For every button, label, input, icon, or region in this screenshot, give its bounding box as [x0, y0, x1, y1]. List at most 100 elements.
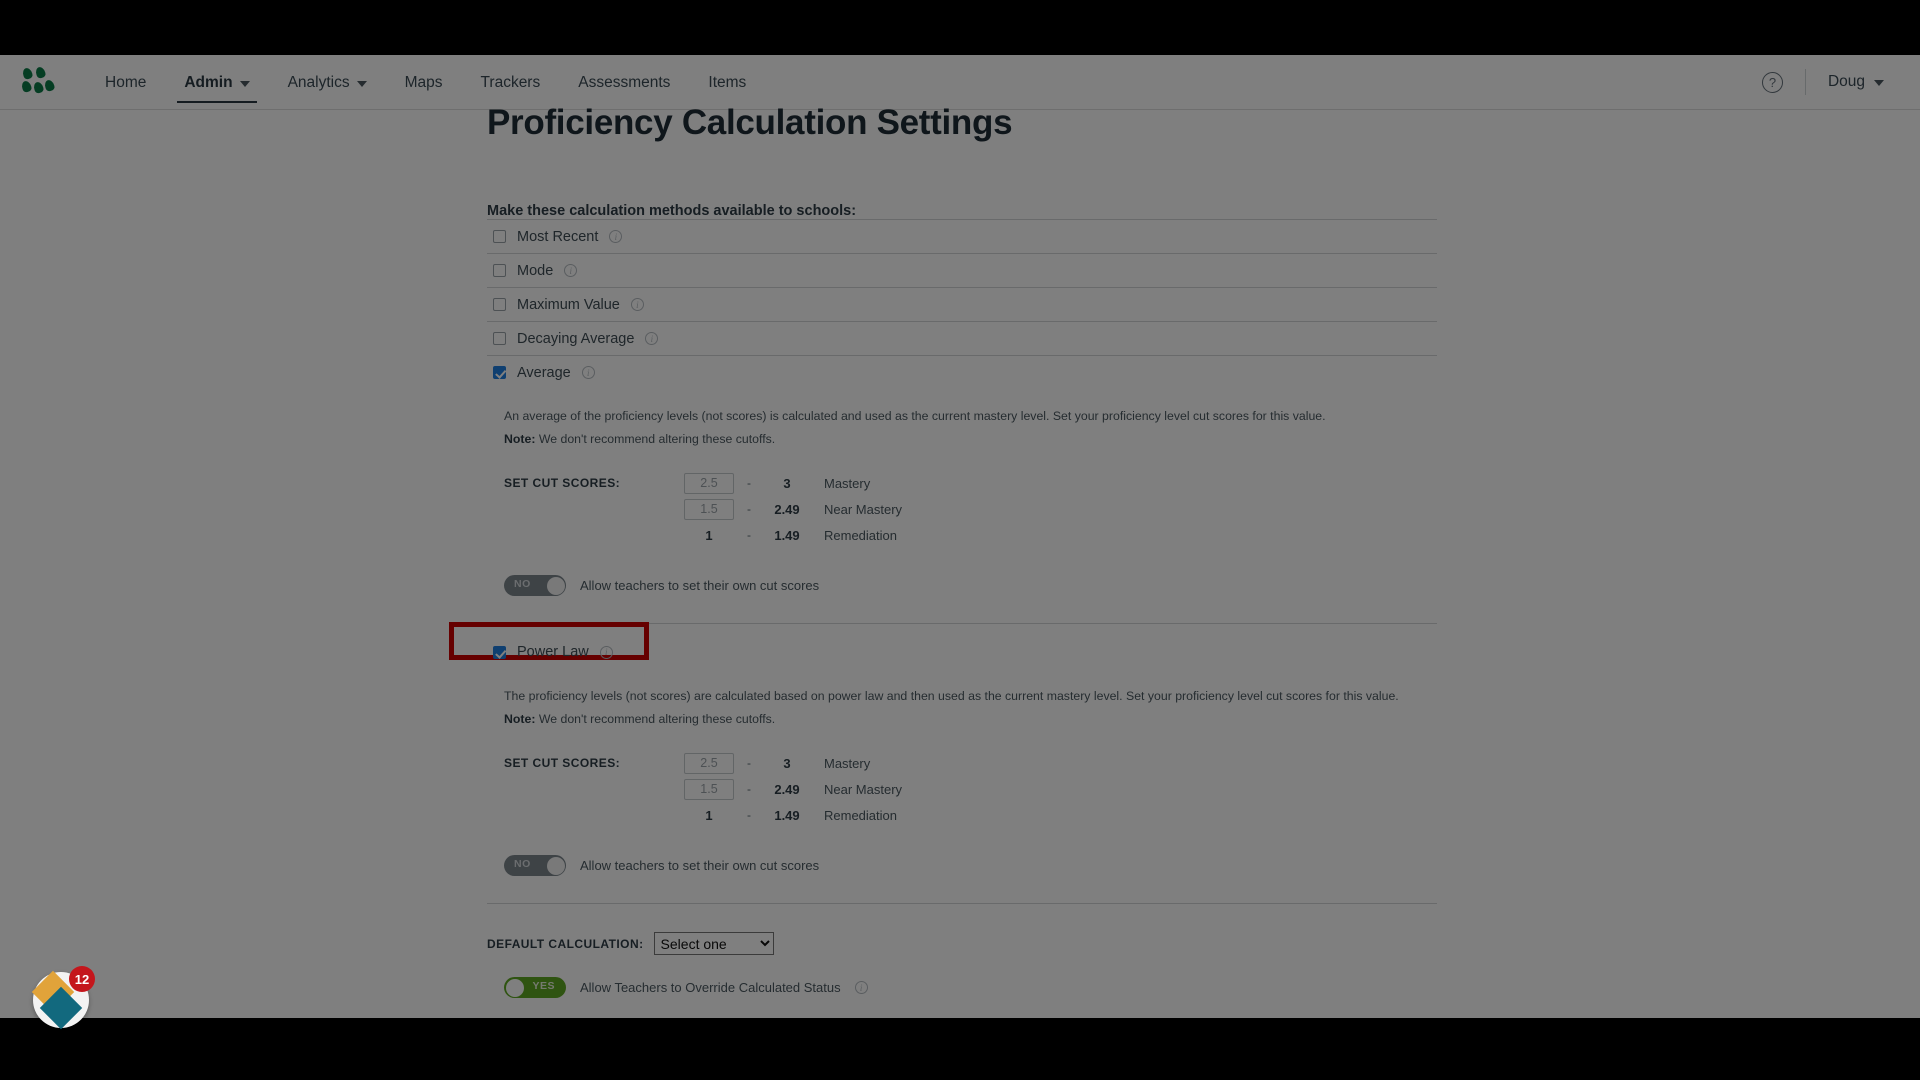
toggle-knob	[546, 856, 565, 875]
default-calculation-label: DEFAULT CALCULATION:	[487, 936, 644, 951]
cut-level-name-near-mastery: Near Mastery	[824, 501, 903, 517]
cut-scores-label: SET CUT SCORES:	[504, 756, 621, 770]
toggle-description: Allow teachers to set their own cut scor…	[580, 858, 820, 873]
nav-item-label: Home	[105, 73, 147, 91]
average-note: Note: We don't recommend altering these …	[504, 432, 1437, 446]
method-row-power-law[interactable]: Power Law i	[449, 622, 1437, 669]
method-row-decaying-average[interactable]: Decaying Average i	[487, 321, 1437, 355]
main-content: Proficiency Calculation Settings Make th…	[449, 55, 1437, 998]
section-divider	[487, 623, 1437, 624]
range-dash: -	[747, 476, 751, 490]
cut-score-row-mastery: 2.5 - 3 Mastery	[684, 470, 902, 496]
range-dash: -	[747, 528, 751, 542]
cut-min-input-mastery[interactable]: 2.5	[684, 752, 734, 774]
power-law-note: Note: We don't recommend altering these …	[504, 712, 1437, 726]
info-icon[interactable]: i	[854, 981, 868, 994]
cut-max-value-remediation: 1.49	[774, 527, 800, 543]
user-menu[interactable]: Doug	[1828, 73, 1888, 91]
power-law-description: The proficiency levels (not scores) are …	[504, 689, 1399, 703]
power-law-section-body: The proficiency levels (not scores) are …	[487, 689, 1437, 828]
cut-score-row-mastery: 2.5 - 3 Mastery	[684, 750, 902, 776]
average-description: An average of the proficiency levels (no…	[504, 409, 1326, 423]
checkbox-average[interactable]	[493, 366, 506, 379]
help-icon[interactable]: ?	[1761, 71, 1783, 93]
method-label: Mode	[517, 262, 554, 279]
cut-level-name-mastery: Mastery	[824, 475, 871, 491]
cut-level-name-near-mastery: Near Mastery	[824, 781, 903, 797]
checkbox-decaying-average[interactable]	[493, 332, 506, 345]
cut-score-row-remediation: 1 - 1.49 Remediation	[684, 522, 902, 548]
range-dash: -	[747, 808, 751, 822]
toggle-description: Allow teachers to set their own cut scor…	[580, 578, 820, 593]
checkbox-mode[interactable]	[493, 264, 506, 277]
notifications-widget[interactable]: 12	[31, 966, 95, 1030]
cut-score-row-near-mastery: 1.5 - 2.49 Near Mastery	[684, 776, 902, 802]
app-viewport: Home Admin Analytics Maps Trackers Asses…	[0, 55, 1920, 1018]
notification-badge: 12	[69, 966, 95, 992]
cut-min-value-remediation: 1	[705, 527, 713, 543]
checkbox-maximum-value[interactable]	[493, 298, 506, 311]
cut-min-input-near-mastery[interactable]: 1.5	[684, 498, 734, 520]
average-teacher-cutscores-toggle-row: NO Allow teachers to set their own cut s…	[487, 575, 1437, 596]
cut-score-row-remediation: 1 - 1.49 Remediation	[684, 802, 902, 828]
checkbox-power-law[interactable]	[493, 645, 506, 659]
override-toggle-row: YES Allow Teachers to Override Calculate…	[487, 977, 1437, 998]
average-section-body: An average of the proficiency levels (no…	[487, 409, 1437, 548]
toggle-value-label: NO	[514, 578, 531, 590]
info-icon[interactable]: i	[645, 332, 659, 345]
checkbox-most-recent[interactable]	[493, 230, 506, 243]
toggle-description: Allow Teachers to Override Calculated St…	[580, 980, 841, 995]
note-text: We don't recommend altering these cutoff…	[538, 712, 776, 726]
toggle-knob	[546, 576, 565, 595]
cut-max-value-mastery: 3	[783, 475, 791, 491]
method-row-maximum-value[interactable]: Maximum Value i	[487, 287, 1437, 321]
method-label: Most Recent	[517, 228, 599, 245]
info-icon[interactable]: i	[564, 264, 578, 277]
toggle-knob	[505, 978, 524, 997]
nav-item-label: Admin	[184, 73, 233, 91]
method-label: Average	[517, 364, 571, 381]
toggle-value-label: NO	[514, 858, 531, 870]
cut-min-input-near-mastery[interactable]: 1.5	[684, 778, 734, 800]
chevron-down-icon	[239, 80, 250, 87]
nav-item-analytics[interactable]: Analytics	[269, 56, 386, 109]
nav-item-label: Maps	[404, 73, 443, 91]
method-row-mode[interactable]: Mode i	[487, 253, 1437, 287]
user-name-label: Doug	[1827, 73, 1865, 90]
cut-score-row-near-mastery: 1.5 - 2.49 Near Mastery	[684, 496, 902, 522]
method-label: Decaying Average	[517, 330, 635, 347]
page-title: Proficiency Calculation Settings	[487, 103, 1013, 142]
chevron-down-icon	[356, 80, 367, 87]
nav-item-admin[interactable]: Admin	[165, 56, 268, 109]
cut-level-name-remediation: Remediation	[824, 527, 897, 543]
nav-item-maps[interactable]: Maps	[386, 56, 462, 109]
cut-max-value-remediation: 1.49	[774, 807, 800, 823]
average-cut-scores: SET CUT SCORES: 2.5 - 3 Mastery 1.5 - 2.…	[504, 470, 1437, 548]
cut-max-value-mastery: 3	[783, 755, 791, 771]
info-icon[interactable]: i	[599, 645, 613, 659]
note-prefix: Note:	[504, 712, 536, 726]
method-row-most-recent[interactable]: Most Recent i	[487, 219, 1437, 253]
section-divider	[487, 903, 1437, 904]
toggle-allow-teacher-cut-scores-average[interactable]: NO	[504, 575, 566, 596]
toggle-allow-teacher-cut-scores-power-law[interactable]: NO	[504, 855, 566, 876]
info-icon[interactable]: i	[630, 298, 644, 311]
info-icon[interactable]: i	[581, 366, 595, 379]
nav-divider	[1804, 69, 1806, 95]
mastery-connect-logo-icon[interactable]	[20, 65, 56, 97]
cut-min-value-remediation: 1	[705, 807, 713, 823]
range-dash: -	[747, 502, 751, 516]
toggle-value-label: YES	[532, 980, 555, 992]
range-dash: -	[747, 782, 751, 796]
note-prefix: Note:	[504, 432, 536, 446]
nav-item-label: Analytics	[287, 73, 350, 91]
method-label: Maximum Value	[517, 296, 620, 313]
default-calculation-row: DEFAULT CALCULATION: Select one	[487, 932, 1437, 955]
nav-item-home[interactable]: Home	[86, 56, 165, 109]
method-row-average[interactable]: Average i	[487, 355, 1437, 389]
cut-max-value-near-mastery: 2.49	[774, 501, 800, 517]
toggle-allow-override-calculated-status[interactable]: YES	[504, 977, 566, 998]
default-calculation-select[interactable]: Select one	[653, 932, 774, 955]
info-icon[interactable]: i	[609, 230, 623, 243]
cut-min-input-mastery[interactable]: 2.5	[684, 472, 734, 494]
